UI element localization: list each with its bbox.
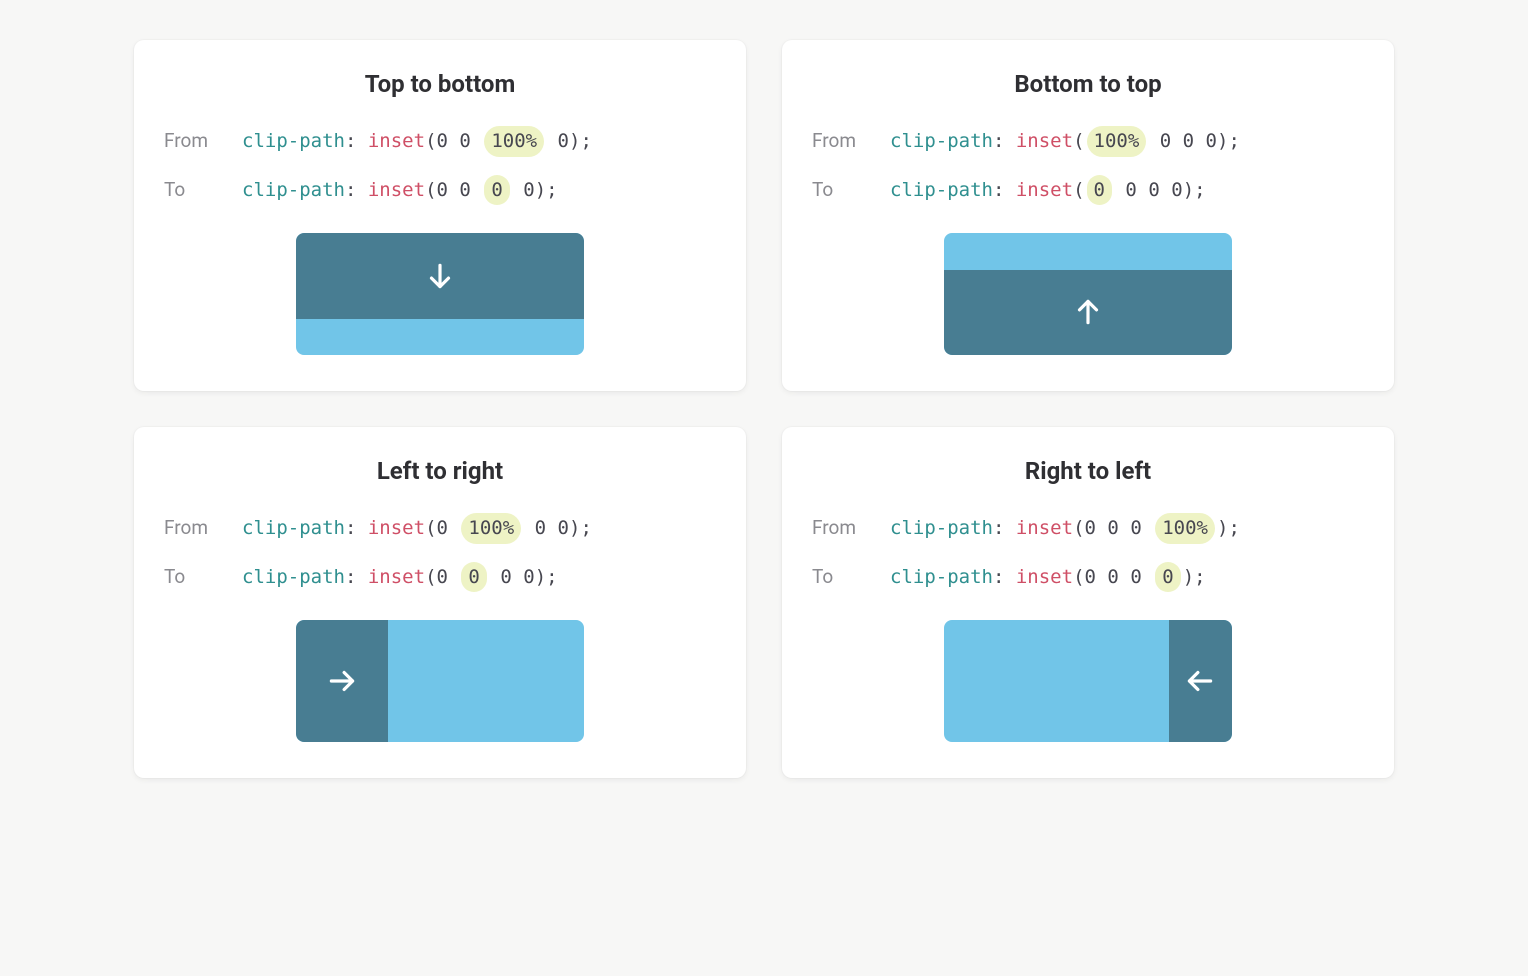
card-title: Left to right — [164, 457, 716, 485]
code-line: clip-path: inset(0 0 0 0); — [890, 562, 1206, 593]
arrow-right-icon — [325, 664, 359, 698]
card-title: Bottom to top — [812, 70, 1364, 98]
card-btt: Bottom to top Fromclip-path: inset(100% 0… — [782, 40, 1394, 391]
row-label-from: From — [812, 128, 890, 155]
code-row-to: Toclip-path: inset(0 0 0 0); — [164, 562, 716, 593]
row-label-from: From — [812, 515, 890, 542]
demo-wrap — [164, 620, 716, 742]
code-row-to: Toclip-path: inset(0 0 0 0); — [812, 562, 1364, 593]
demo-wrap — [812, 233, 1364, 355]
code-row-from: Fromclip-path: inset(0 0 100% 0); — [164, 126, 716, 157]
code-line: clip-path: inset(0 0 100% 0); — [242, 126, 592, 157]
code-line: clip-path: inset(0 0 0 0); — [242, 175, 558, 206]
code-row-to: Toclip-path: inset(0 0 0 0); — [164, 175, 716, 206]
card-ltr: Left to right Fromclip-path: inset(0 100%… — [134, 427, 746, 778]
card-rtl: Right to left Fromclip-path: inset(0 0 0 … — [782, 427, 1394, 778]
code-row-from: Fromclip-path: inset(100% 0 0 0); — [812, 126, 1364, 157]
demo-inner — [296, 620, 388, 742]
card-title: Right to left — [812, 457, 1364, 485]
demo-box — [944, 620, 1232, 742]
card-title: Top to bottom — [164, 70, 716, 98]
row-label-to: To — [812, 177, 890, 204]
demo-inner — [944, 270, 1232, 355]
demo-box — [296, 233, 584, 355]
demo-inner — [1169, 620, 1232, 742]
row-label-to: To — [164, 177, 242, 204]
code-line: clip-path: inset(0 0 0 0); — [242, 562, 558, 593]
demo-wrap — [812, 620, 1364, 742]
arrow-down-icon — [423, 259, 457, 293]
arrow-up-icon — [1071, 295, 1105, 329]
code-row-from: Fromclip-path: inset(0 100% 0 0); — [164, 513, 716, 544]
code-line: clip-path: inset(0 0 0 100%); — [890, 513, 1240, 544]
code-line: clip-path: inset(0 100% 0 0); — [242, 513, 592, 544]
code-line: clip-path: inset(100% 0 0 0); — [890, 126, 1240, 157]
card-grid: Top to bottomFromclip-path: inset(0 0 10… — [134, 40, 1394, 778]
code-line: clip-path: inset(0 0 0 0); — [890, 175, 1206, 206]
arrow-left-icon — [1183, 664, 1217, 698]
row-label-to: To — [812, 564, 890, 591]
demo-inner — [296, 233, 584, 318]
code-row-to: Toclip-path: inset(0 0 0 0); — [812, 175, 1364, 206]
demo-box — [944, 233, 1232, 355]
demo-wrap — [164, 233, 716, 355]
row-label-from: From — [164, 128, 242, 155]
code-row-from: Fromclip-path: inset(0 0 0 100%); — [812, 513, 1364, 544]
row-label-from: From — [164, 515, 242, 542]
card-ttb: Top to bottom Fromclip-path: inset(0 0 10… — [134, 40, 746, 391]
demo-box — [296, 620, 584, 742]
row-label-to: To — [164, 564, 242, 591]
